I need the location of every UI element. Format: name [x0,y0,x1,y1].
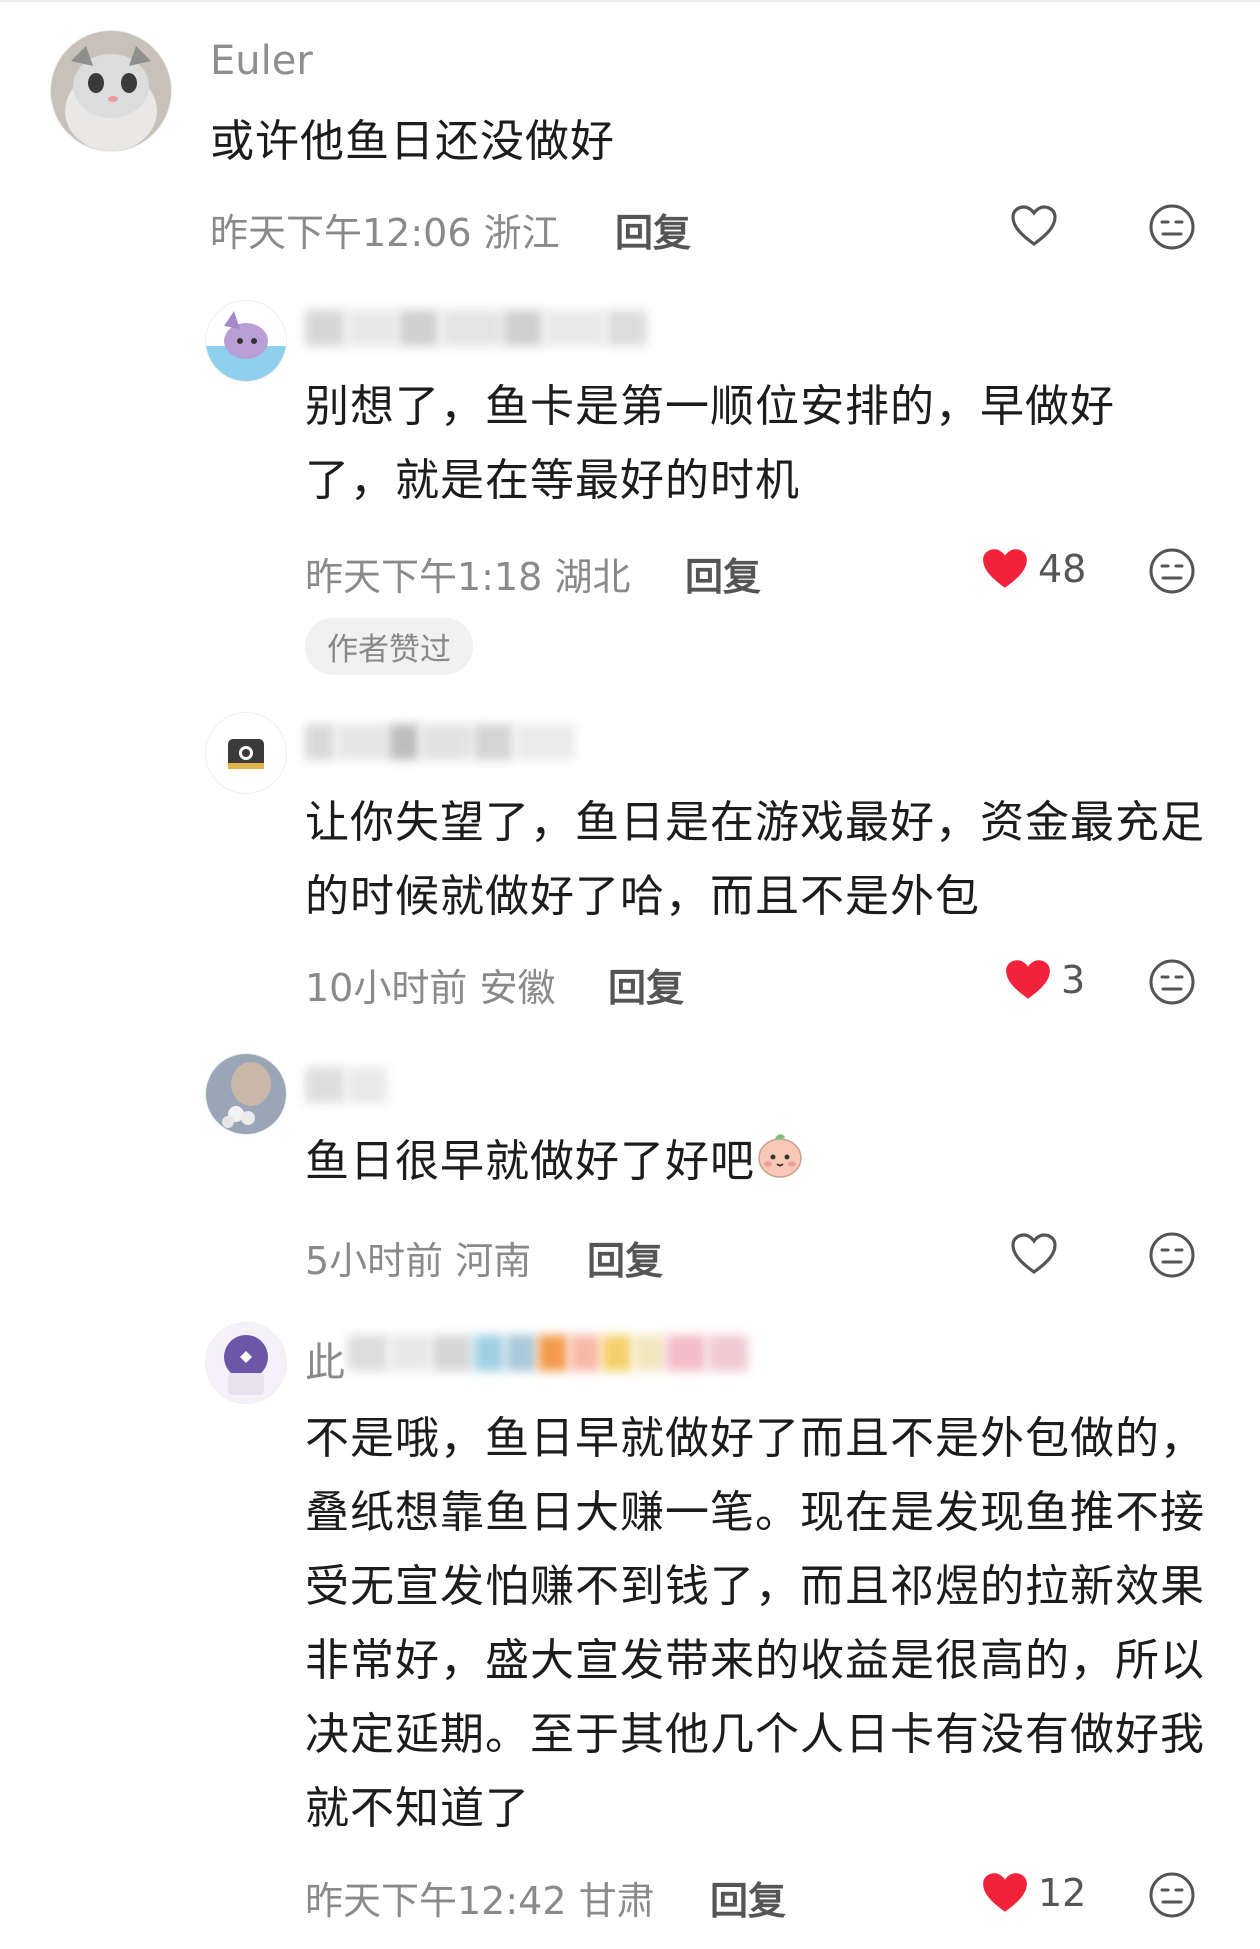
location: 浙江 [483,211,560,255]
dislike-button[interactable] [1148,547,1196,599]
username-blurred [348,1333,750,1373]
like-button[interactable]: 12 [980,1870,1086,1916]
dislike-button[interactable] [1148,203,1196,255]
dislike-button[interactable] [1148,1231,1196,1283]
dislike-face-icon [1149,1232,1195,1278]
avatar[interactable] [205,712,287,794]
avatar[interactable] [50,30,172,152]
like-count: 48 [1038,547,1087,591]
reply-button[interactable]: 回复 [608,957,684,1012]
reply-button[interactable]: 回复 [710,1870,786,1925]
comment-meta: 5小时前 河南 [305,1230,531,1285]
username[interactable]: 此 [305,1330,345,1388]
comment-text-body: 鱼日很早就做好了好吧 [305,1136,755,1187]
comment-text: 不是哦，鱼日早就做好了而且不是外包做的，叠纸想靠鱼日大赚一笔。现在是发现鱼推不接… [305,1413,1205,1834]
avatar[interactable] [205,1322,287,1404]
like-count: 12 [1038,1871,1087,1915]
dislike-face-icon [1149,204,1195,250]
comment-text: 别想了，鱼卡是第一顺位安排的，早做好了，就是在等最好的时机 [305,381,1115,506]
dislike-face-icon [1149,959,1195,1005]
divider [0,0,1260,2]
like-count: 3 [1061,958,1086,1002]
timestamp: 昨天下午12:42 [305,1879,567,1923]
comment-meta: 10小时前 安徽 [305,957,555,1012]
location: 湖北 [554,555,631,599]
peach-emoji-icon [755,1127,805,1202]
timestamp: 昨天下午1:18 [305,555,543,599]
reply-button[interactable]: 回复 [587,1230,663,1285]
avatar[interactable] [205,300,287,382]
comment-meta: 昨天下午12:06 浙江 [210,202,560,257]
reply-button[interactable]: 回复 [615,202,691,257]
timestamp: 10小时前 [305,966,468,1010]
username-blurred[interactable] [305,722,577,762]
dislike-button[interactable] [1148,1871,1196,1923]
dislike-button[interactable] [1148,958,1196,1010]
location: 甘肃 [578,1879,655,1923]
avatar[interactable] [205,1053,287,1135]
heart-filled-icon [983,1873,1027,1912]
timestamp: 5小时前 [305,1239,444,1283]
heart-filled-icon [1006,960,1050,999]
timestamp: 昨天下午12:06 [210,211,472,255]
like-button[interactable] [1010,204,1058,248]
dislike-face-icon [1149,548,1195,594]
comment-text: 或许他鱼日还没做好 [210,116,615,167]
heart-filled-icon [983,549,1027,588]
reply-button[interactable]: 回复 [685,546,761,601]
comment-text: 鱼日很早就做好了好吧 [305,1125,1205,1202]
like-button[interactable]: 3 [1003,957,1085,1003]
author-liked-badge: 作者赞过 [305,618,473,675]
heart-outline-icon [1011,205,1057,246]
comment-meta: 昨天下午12:42 甘肃 [305,1870,655,1925]
location: 河南 [455,1239,532,1283]
comment-text: 让你失望了，鱼日是在游戏最好，资金最充足的时候就做好了哈，而且不是外包 [305,797,1205,922]
comment-thread: Euler 或许他鱼日还没做好 昨天下午12:06 浙江 回复 别想了，鱼卡是第… [0,0,1260,1949]
like-button[interactable] [1010,1232,1058,1276]
username[interactable]: Euler [210,38,313,84]
comment-meta: 昨天下午1:18 湖北 [305,546,630,601]
heart-outline-icon [1011,1233,1057,1274]
username-blurred[interactable] [305,1065,389,1105]
dislike-face-icon [1149,1872,1195,1918]
location: 安徽 [479,966,556,1010]
username-blurred[interactable] [305,308,649,348]
like-button[interactable]: 48 [980,546,1086,592]
